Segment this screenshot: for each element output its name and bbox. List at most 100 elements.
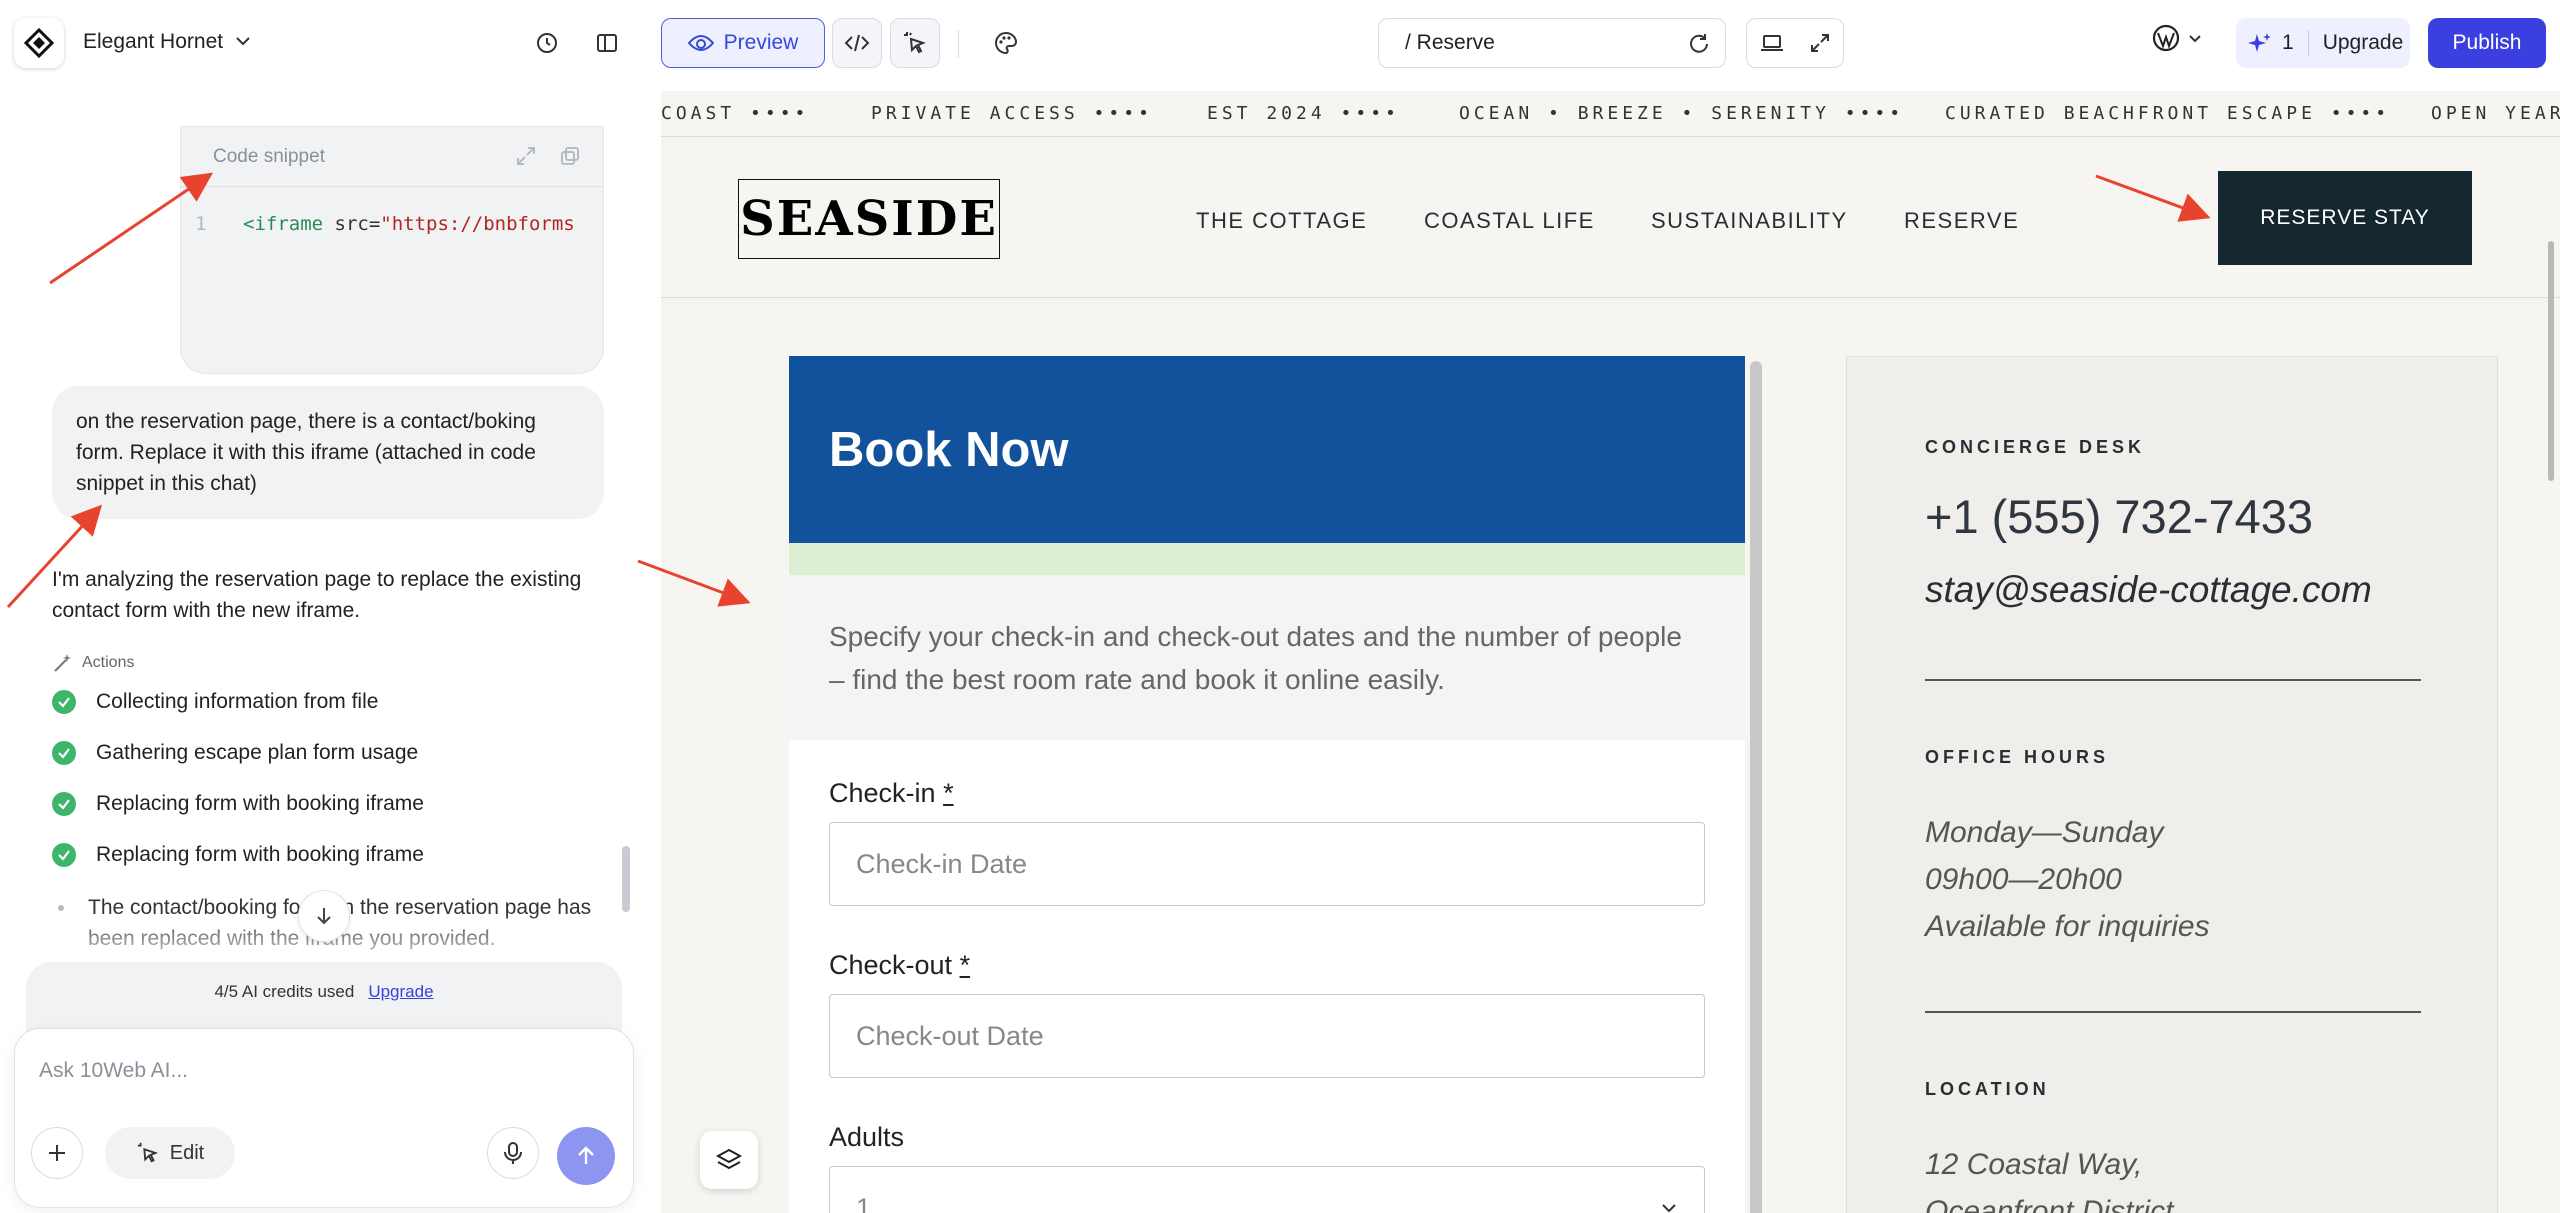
iframe-scrollbar[interactable]: [1750, 361, 1762, 1213]
site-preview: COAST •••• PRIVATE ACCESS •••• EST 2024 …: [661, 91, 2560, 1213]
location-label: LOCATION: [1925, 1079, 2050, 1099]
copy-icon[interactable]: [559, 145, 581, 167]
app-logo-icon: [24, 28, 54, 58]
nav-item-reserve[interactable]: RESERVE: [1904, 208, 2019, 234]
fullscreen-icon[interactable]: [1808, 31, 1832, 55]
checkout-date-input[interactable]: Check-out Date: [829, 994, 1705, 1078]
ticker-item: OPEN YEAR: [2431, 103, 2560, 124]
sparkle-icon: [2248, 33, 2271, 52]
app-logo-button[interactable]: [14, 18, 64, 68]
snippet-title: Code snippet: [213, 145, 325, 167]
layers-button[interactable]: [700, 1131, 758, 1189]
upgrade-link[interactable]: Upgrade: [2323, 31, 2404, 55]
concierge-email[interactable]: stay@seaside-cottage.com: [1925, 569, 2372, 611]
form-accent-band: [789, 543, 1745, 575]
checkout-label-text: Check-out: [829, 950, 953, 980]
booking-form-panel: Book Now Specify your check-in and check…: [789, 356, 1745, 1213]
history-icon[interactable]: [525, 21, 569, 65]
required-mark: *: [943, 778, 954, 808]
ai-chat-panel: Code snippet 1 <iframe src="https://bnbfo…: [0, 86, 660, 1213]
actions-header: Actions: [52, 652, 134, 674]
pointer-click-icon: [137, 1142, 158, 1163]
wordpress-menu[interactable]: [2152, 24, 2204, 52]
url-bar[interactable]: / Reserve: [1378, 18, 1726, 68]
preview-button[interactable]: Preview: [661, 18, 825, 68]
nav-item-coastal-life[interactable]: COASTAL LIFE: [1424, 208, 1595, 234]
check-icon: [52, 690, 76, 714]
checkout-label: Check-out *: [829, 950, 970, 981]
ticker-item: EST 2024 ••••: [1207, 103, 1400, 124]
laptop-icon[interactable]: [1759, 32, 1785, 54]
code-icon: [844, 34, 870, 52]
chat-input[interactable]: Ask 10Web AI...: [39, 1059, 188, 1083]
reserve-stay-button[interactable]: RESERVE STAY: [2218, 171, 2472, 265]
location-line: Oceanfront District: [1925, 1195, 2174, 1213]
adults-select[interactable]: 1: [829, 1166, 1705, 1213]
required-mark: *: [959, 950, 971, 980]
chat-composer: Ask 10Web AI... Edit: [14, 1028, 634, 1208]
wordpress-icon: [2152, 24, 2180, 52]
microphone-button[interactable]: [487, 1127, 539, 1179]
eye-icon: [687, 35, 714, 51]
scroll-down-button[interactable]: [298, 890, 350, 942]
chat-scrollbar[interactable]: [622, 846, 630, 912]
chevron-down-icon[interactable]: [232, 30, 254, 52]
concierge-panel: CONCIERGE DESK +1 (555) 732-7433 stay@se…: [1846, 356, 2498, 1213]
palette-icon[interactable]: [984, 21, 1028, 65]
form-description: Specify your check-in and check-out date…: [789, 575, 1745, 740]
top-bar: Elegant Hornet Preview / Reserve 1 Upgra…: [0, 0, 2560, 86]
site-header: SEASIDE THE COTTAGE COASTAL LIFE SUSTAIN…: [661, 138, 2560, 298]
ai-message: I'm analyzing the reservation page to re…: [52, 568, 582, 622]
step-label: Collecting information from file: [96, 690, 379, 713]
ticker-item: CURATED BEACHFRONT ESCAPE ••••: [1945, 103, 2391, 124]
location-line: 12 Coastal Way,: [1925, 1148, 2143, 1181]
preview-label: Preview: [723, 31, 799, 54]
step-label: Gathering escape plan form usage: [96, 741, 419, 764]
checkin-label-text: Check-in: [829, 778, 936, 808]
edit-label: Edit: [169, 1141, 205, 1164]
office-hours-text: Monday—Sunday 09h00—20h00 Available for …: [1925, 809, 2210, 950]
office-hours-label: OFFICE HOURS: [1925, 747, 2110, 767]
code-attr: src=: [323, 213, 381, 235]
actions-label: Actions: [82, 654, 135, 671]
project-name[interactable]: Elegant Hornet: [83, 30, 223, 54]
pointer-click-icon: [904, 32, 926, 54]
select-element-button[interactable]: [890, 18, 940, 68]
publish-button[interactable]: Publish: [2428, 18, 2546, 68]
arrow-down-icon: [317, 908, 331, 925]
hours-line: Available for inquiries: [1925, 910, 2210, 943]
sidebar-toggle-icon[interactable]: [585, 21, 629, 65]
bullet-dot: [58, 905, 64, 911]
add-attachment-button[interactable]: [31, 1127, 83, 1179]
ticker-item: COAST ••••: [661, 103, 810, 124]
nav-item-sustainability[interactable]: SUSTAINABILITY: [1651, 208, 1848, 234]
arrow-up-icon: [578, 1146, 594, 1164]
user-message: on the reservation page, there is a cont…: [52, 386, 604, 519]
edit-mode-button[interactable]: Edit: [105, 1127, 235, 1179]
url-path: / Reserve: [1405, 31, 1495, 54]
refresh-icon[interactable]: [1687, 32, 1711, 56]
step-label: Replacing form with booking iframe: [96, 792, 424, 815]
chevron-down-icon: [2189, 35, 2201, 43]
preview-scrollbar[interactable]: [2548, 241, 2554, 481]
send-button[interactable]: [557, 1127, 615, 1185]
announcement-ticker: COAST •••• PRIVATE ACCESS •••• EST 2024 …: [661, 91, 2560, 137]
concierge-phone[interactable]: +1 (555) 732-7433: [1925, 489, 2313, 544]
nav-item-the-cottage[interactable]: THE COTTAGE: [1196, 208, 1367, 234]
ai-credits-badge[interactable]: 1 Upgrade: [2236, 18, 2410, 68]
ticker-item: PRIVATE ACCESS ••••: [871, 103, 1153, 124]
microphone-icon: [504, 1142, 522, 1164]
adults-label: Adults: [829, 1122, 905, 1152]
action-step: Replacing form with booking iframe: [52, 843, 424, 867]
expand-icon[interactable]: [515, 145, 537, 167]
code-view-button[interactable]: [832, 18, 882, 68]
action-step: Collecting information from file: [52, 690, 378, 714]
checkin-date-input[interactable]: Check-in Date: [829, 822, 1705, 906]
device-switcher: [1746, 18, 1844, 68]
action-step: Replacing form with booking iframe: [52, 792, 424, 816]
magic-wand-icon: [54, 654, 71, 672]
chevron-down-icon: [1662, 1204, 1676, 1213]
site-logo[interactable]: SEASIDE: [738, 179, 1000, 259]
line-number: 1: [195, 213, 207, 235]
code-tag: <iframe: [243, 213, 324, 235]
